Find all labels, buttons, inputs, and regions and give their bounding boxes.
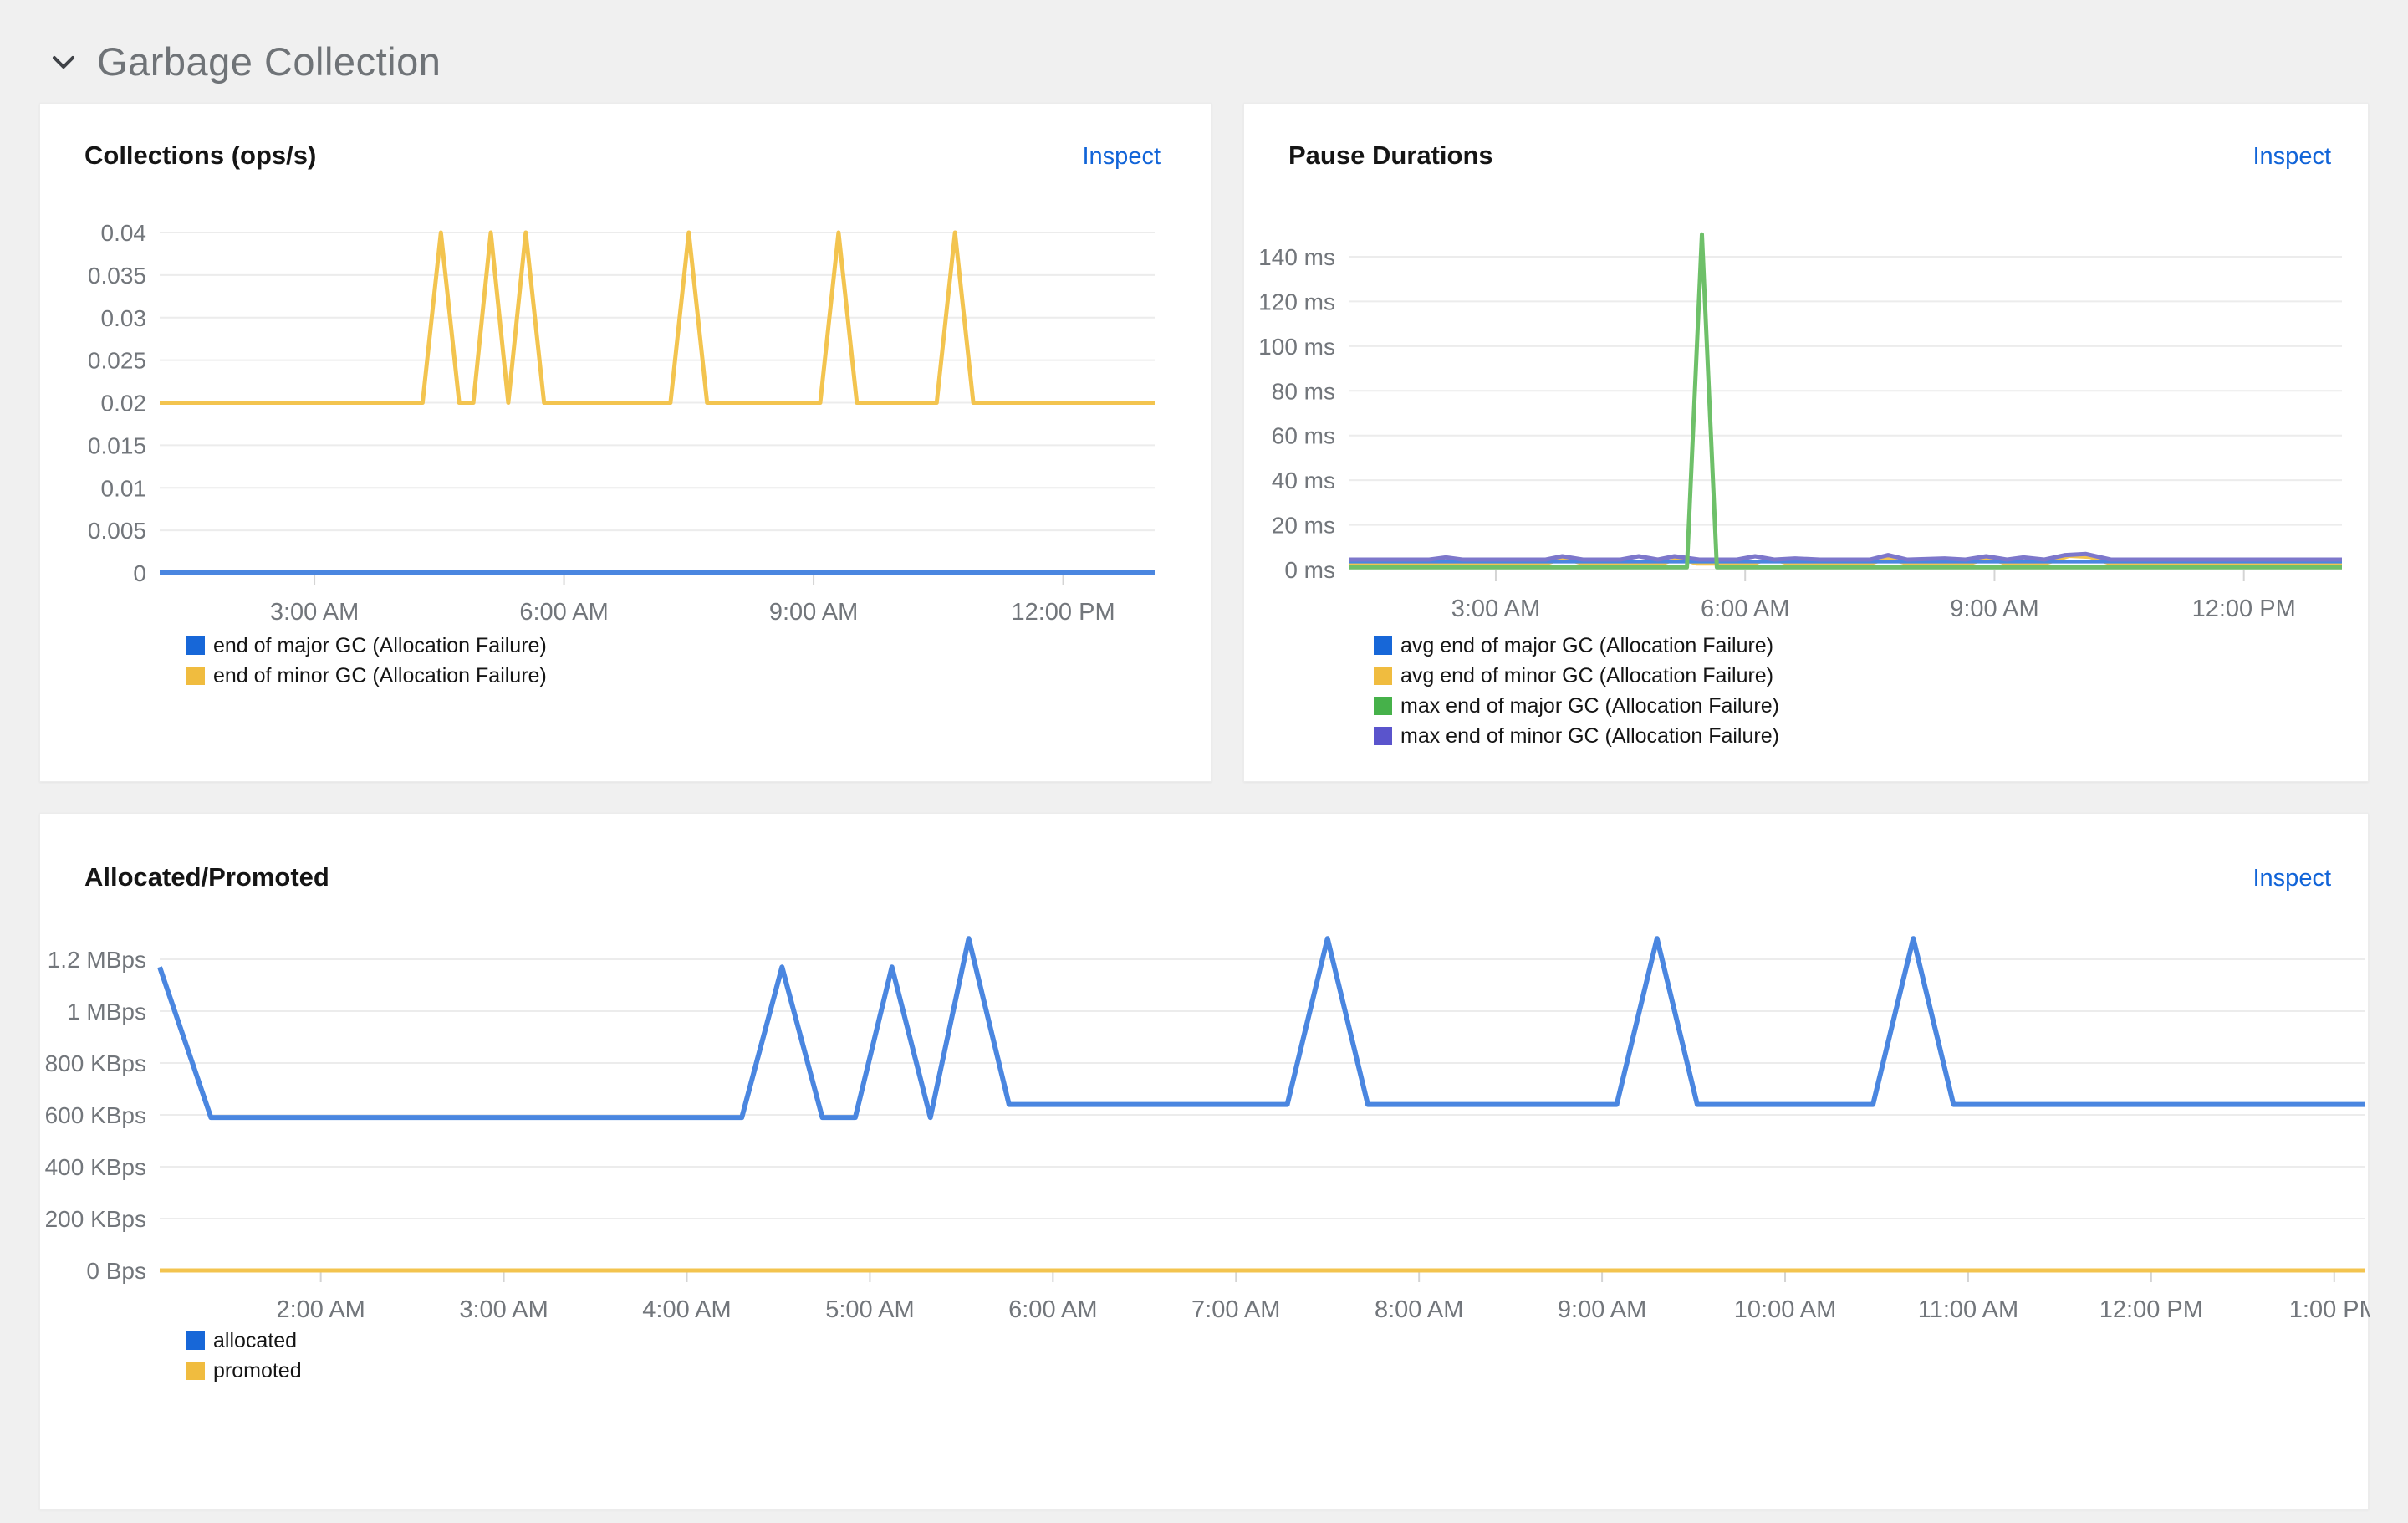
y-tick-label: 800 KBps (45, 1050, 146, 1076)
chevron-down-icon[interactable] (48, 47, 79, 77)
panel-allocated-promoted: Allocated/Promoted Inspect 0 Bps 200 KBps… (39, 813, 2370, 1510)
panel-pause-durations: Pause Durations Inspect 0 ms 20 ms 40 ms 60… (1243, 103, 2369, 782)
series-green (1349, 232, 2342, 570)
y-tick-label: 100 ms (1258, 334, 1335, 360)
legend-swatch-blue (186, 636, 205, 655)
y-tick-label: 0.015 (88, 432, 146, 458)
x-tick-label: 12:00 PM (2099, 1296, 2203, 1323)
x-tick-label: 5:00 AM (825, 1296, 914, 1323)
y-tick-label: 0.02 (101, 391, 147, 417)
y-tick-label: 0.01 (101, 475, 147, 501)
legend-label: max end of minor GC (Allocation Failure) (1400, 724, 1779, 748)
y-tick-label: 600 KBps (45, 1102, 146, 1128)
legend-label: end of minor GC (Allocation Failure) (213, 664, 547, 687)
x-tick-label: 6:00 AM (1701, 595, 1789, 622)
legend: end of major GC (Allocation Failure) end … (186, 636, 547, 696)
x-tick-label: 7:00 AM (1191, 1296, 1280, 1323)
legend-label: allocated (213, 1329, 298, 1352)
y-tick-label: 0.035 (88, 263, 146, 289)
y-tick-label: 0.04 (101, 220, 147, 246)
series-blue (157, 936, 2365, 1121)
y-tick-label: 400 KBps (45, 1154, 146, 1180)
x-tick-label: 3:00 AM (270, 599, 359, 626)
x-tick-label: 11:00 AM (1918, 1296, 2018, 1323)
legend-item[interactable]: avg end of minor GC (Allocation Failure) (1374, 664, 1779, 687)
section-header-garbage-collection[interactable]: Garbage Collection (48, 38, 441, 84)
y-tick-label: 1.2 MBps (48, 947, 146, 973)
legend-item[interactable]: avg end of major GC (Allocation Failure) (1374, 634, 1779, 657)
y-tick-label: 20 ms (1272, 513, 1335, 539)
series-purple (1349, 551, 2342, 562)
legend-swatch-blue (1374, 636, 1392, 655)
panel-collections: Collections (ops/s) Inspect 0 0.005 0.01 0.… (39, 103, 1212, 782)
legend-item[interactable]: allocated (186, 1329, 302, 1352)
y-tick-label: 140 ms (1258, 244, 1335, 270)
legend: avg end of major GC (Allocation Failure)… (1374, 636, 1779, 756)
legend-item[interactable]: end of minor GC (Allocation Failure) (186, 664, 547, 687)
section-title: Garbage Collection (97, 39, 441, 84)
legend-swatch-gold (1374, 667, 1392, 685)
allocated-promoted-chart[interactable]: 0 Bps 200 KBps 400 KBps 600 KBps 800 KBps 1 M… (40, 814, 2370, 1510)
x-tick-label: 12:00 PM (1011, 599, 1115, 626)
legend-item[interactable]: max end of major GC (Allocation Failure) (1374, 694, 1779, 718)
x-tick-label: 3:00 AM (1451, 595, 1540, 622)
y-tick-label: 0 ms (1284, 557, 1335, 583)
legend: allocated promoted (186, 1331, 302, 1391)
x-tick-label: 6:00 AM (1008, 1296, 1097, 1323)
legend-label: max end of major GC (Allocation Failure) (1400, 694, 1779, 718)
y-tick-label: 1 MBps (67, 999, 146, 1025)
y-tick-label: 40 ms (1272, 468, 1335, 493)
legend-swatch-gold (186, 667, 205, 685)
y-tick-label: 0.005 (88, 518, 146, 544)
y-tick-label: 0 Bps (86, 1258, 146, 1284)
x-tick-label: 12:00 PM (2192, 595, 2296, 622)
y-tick-label: 0 (133, 560, 146, 586)
x-tick-label: 2:00 AM (276, 1296, 365, 1323)
legend-label: avg end of minor GC (Allocation Failure) (1400, 664, 1774, 687)
legend-label: avg end of major GC (Allocation Failure) (1400, 634, 1774, 657)
legend-swatch-gold (186, 1362, 205, 1380)
x-tick-label: 4:00 AM (642, 1296, 731, 1323)
x-tick-label: 9:00 AM (1950, 595, 2038, 622)
legend-label: end of major GC (Allocation Failure) (213, 634, 547, 657)
y-tick-label: 80 ms (1272, 378, 1335, 404)
legend-swatch-purple (1374, 727, 1392, 745)
legend-swatch-blue (186, 1331, 205, 1350)
legend-swatch-green (1374, 697, 1392, 715)
legend-item[interactable]: promoted (186, 1359, 302, 1382)
x-tick-label: 10:00 AM (1734, 1296, 1837, 1323)
y-tick-label: 0.025 (88, 348, 146, 374)
x-tick-label: 3:00 AM (459, 1296, 548, 1323)
y-tick-label: 60 ms (1272, 423, 1335, 449)
y-tick-label: 200 KBps (45, 1206, 146, 1232)
legend-item[interactable]: max end of minor GC (Allocation Failure) (1374, 724, 1779, 748)
x-tick-label: 9:00 AM (769, 599, 858, 626)
legend-label: promoted (213, 1359, 302, 1382)
y-tick-label: 120 ms (1258, 289, 1335, 314)
x-tick-label: 9:00 AM (1558, 1296, 1646, 1323)
x-tick-label: 8:00 AM (1375, 1296, 1463, 1323)
x-tick-label: 6:00 AM (519, 599, 608, 626)
x-tick-label: 1:00 PM (2289, 1296, 2370, 1323)
legend-item[interactable]: end of major GC (Allocation Failure) (186, 634, 547, 657)
y-tick-label: 0.03 (101, 305, 147, 331)
